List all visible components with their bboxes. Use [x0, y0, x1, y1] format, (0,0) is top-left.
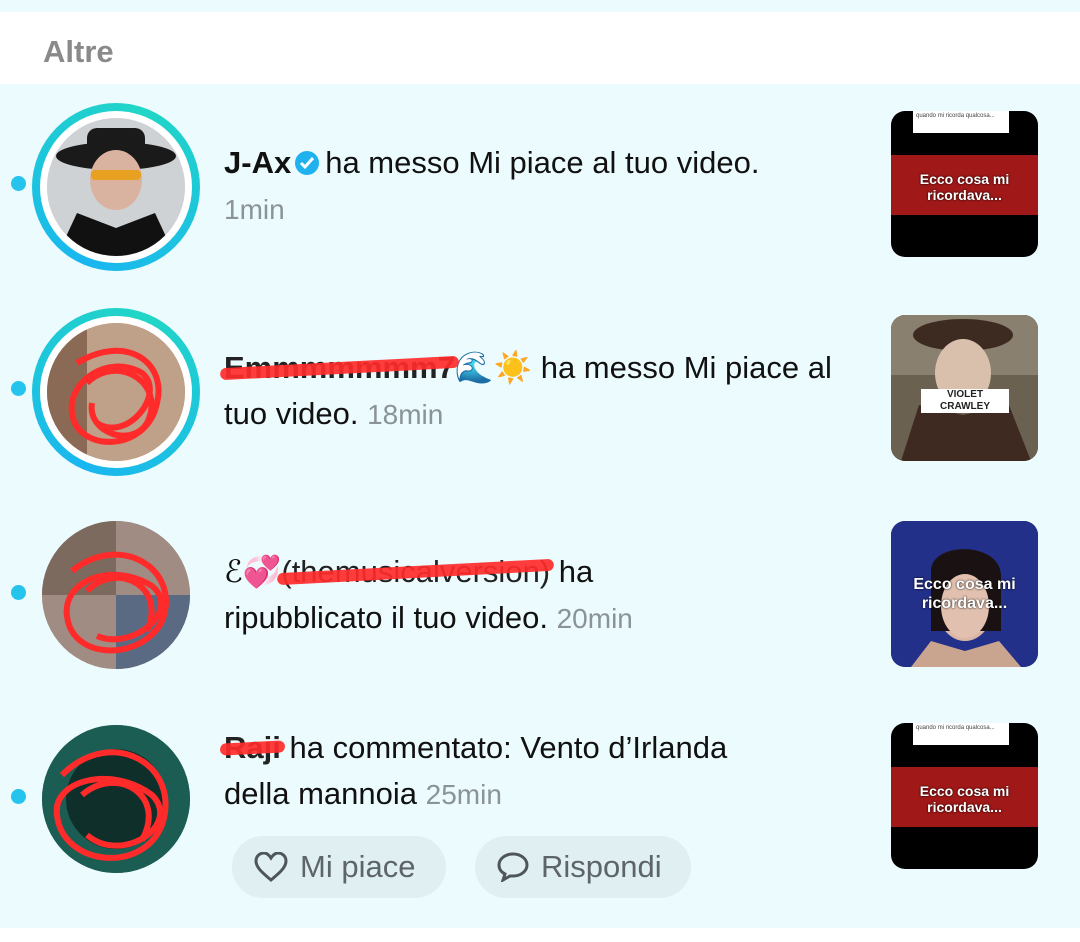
bottom-strip: [0, 928, 1080, 942]
avatar[interactable]: [47, 118, 185, 256]
avatar[interactable]: [47, 323, 185, 461]
action-text: ha: [558, 554, 594, 589]
notification-text: ℰ💞(themusicalversion) ha ripubblicato il…: [224, 549, 844, 642]
notification-row-2[interactable]: Emmmmmmm7🌊☀️ ha messo Mi piace al tuo vi…: [0, 305, 1080, 485]
timestamp: 18min: [367, 399, 444, 430]
unread-dot: [11, 176, 26, 191]
section-title: Altre: [43, 34, 114, 69]
thumb-note: quando mi ricorda qualcosa...: [913, 723, 1009, 745]
avatar-image: [47, 323, 185, 461]
verified-badge-icon: [295, 151, 320, 175]
username[interactable]: Raji: [219, 725, 286, 771]
action-text-cont: ripubblicato il tuo video.: [224, 600, 548, 635]
action-text: ha messo Mi piace al: [540, 350, 832, 385]
action-text-cont: tuo video.: [224, 396, 359, 431]
thumb-caption: Ecco cosa mi ricordava...: [913, 576, 1016, 612]
section-header: Altre: [0, 12, 1080, 84]
like-button[interactable]: Mi piace: [232, 836, 446, 898]
story-ring[interactable]: [32, 103, 200, 271]
username-prefix: ℰ💞: [224, 554, 282, 589]
reply-button[interactable]: Rispondi: [475, 836, 691, 898]
avatar-image: [42, 725, 190, 873]
comment-bubble-icon: [497, 852, 529, 882]
story-ring[interactable]: [32, 308, 200, 476]
username-emoji: 🌊☀️: [454, 350, 533, 385]
video-thumbnail[interactable]: quando mi ricorda qualcosa... Ecco cosa …: [891, 111, 1038, 257]
timestamp: 25min: [425, 779, 502, 810]
action-text: ha messo Mi piace al tuo video.: [325, 145, 760, 180]
action-text: ha commentato: Vento d’Irlanda: [289, 730, 728, 765]
top-strip: [0, 0, 1080, 12]
video-thumbnail[interactable]: Ecco cosa mi ricordava...: [891, 521, 1038, 667]
video-thumbnail[interactable]: quando mi ricorda qualcosa... Ecco cosa …: [891, 723, 1038, 869]
avatar[interactable]: [42, 521, 190, 669]
reply-label: Rispondi: [541, 849, 662, 884]
heart-icon: [254, 852, 288, 882]
avatar[interactable]: [42, 725, 190, 873]
timestamp: 20min: [556, 603, 633, 634]
thumb-caption: Ecco cosa mi ricordava...: [919, 171, 1010, 203]
notification-text: J-Ax ha messo Mi piace al tuo video. 1min: [224, 140, 844, 233]
notification-row-1[interactable]: J-Ax ha messo Mi piace al tuo video. 1min…: [0, 100, 1080, 280]
notification-text: Emmmmmmm7🌊☀️ ha messo Mi piace al tuo vi…: [219, 345, 844, 438]
like-label: Mi piace: [300, 849, 416, 884]
unread-dot: [11, 585, 26, 600]
avatar-image: [47, 118, 185, 256]
username[interactable]: Emmmmmmm7: [219, 345, 460, 391]
video-thumbnail[interactable]: VIOLET CRAWLEY: [891, 315, 1038, 461]
username[interactable]: J-Ax: [224, 145, 291, 180]
thumb-caption: Ecco cosa mi ricordava...: [919, 783, 1010, 815]
thumb-caption: VIOLET CRAWLEY: [921, 389, 1009, 413]
notification-row-3[interactable]: ℰ💞(themusicalversion) ha ripubblicato il…: [0, 515, 1080, 685]
unread-dot: [11, 789, 26, 804]
action-text-cont: della mannoia: [224, 776, 418, 811]
avatar-image: [42, 521, 190, 669]
notification-text: Raji ha commentato: Vento d’Irlanda dell…: [219, 725, 844, 818]
timestamp: 1min: [224, 194, 285, 225]
thumb-image: [891, 315, 1038, 461]
notification-row-4[interactable]: Raji ha commentato: Vento d’Irlanda dell…: [0, 715, 1080, 925]
thumb-note: quando mi ricorda qualcosa...: [913, 111, 1009, 133]
unread-dot: [11, 381, 26, 396]
username[interactable]: (themusicalversion): [277, 549, 555, 595]
